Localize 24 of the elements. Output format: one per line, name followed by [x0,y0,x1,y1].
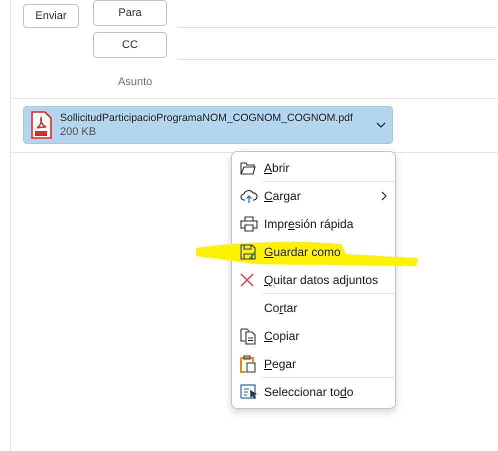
chevron-right-icon [381,191,387,201]
cloud-upload-icon [240,188,258,204]
menu-item[interactable]: Guardar como [232,238,395,266]
folder-icon [240,161,256,175]
close-icon [240,273,254,287]
attachment-size: 200 KB [60,125,98,139]
menu-item[interactable]: Cargar [232,182,395,210]
chevron-down-icon[interactable] [376,122,386,128]
copy-icon [240,328,256,344]
pdf-file-icon [30,111,52,139]
to-button[interactable]: Para [93,0,167,26]
printer-icon [240,216,258,232]
menu-item[interactable]: Cortar [232,294,395,322]
menu-item[interactable]: Impresión rápida [232,210,395,238]
menu-item[interactable]: Seleccionar todo [232,378,395,406]
clipboard-icon [240,355,256,373]
attachment-name: SollicitudParticipacioProgramaNOM_COGNOM_COGNOM.pdf [60,111,354,125]
send-button[interactable]: Enviar [23,4,79,28]
cc-button[interactable]: CC [93,32,167,58]
menu-item[interactable]: Copiar [232,322,395,350]
subject-label: Asunto [118,76,154,88]
attachment-chip[interactable]: SollicitudParticipacioProgramaNOM_COGNOM_COGNOM.pdf 200 KB [23,106,393,144]
select-all-icon [240,384,258,400]
save-icon [240,244,256,260]
